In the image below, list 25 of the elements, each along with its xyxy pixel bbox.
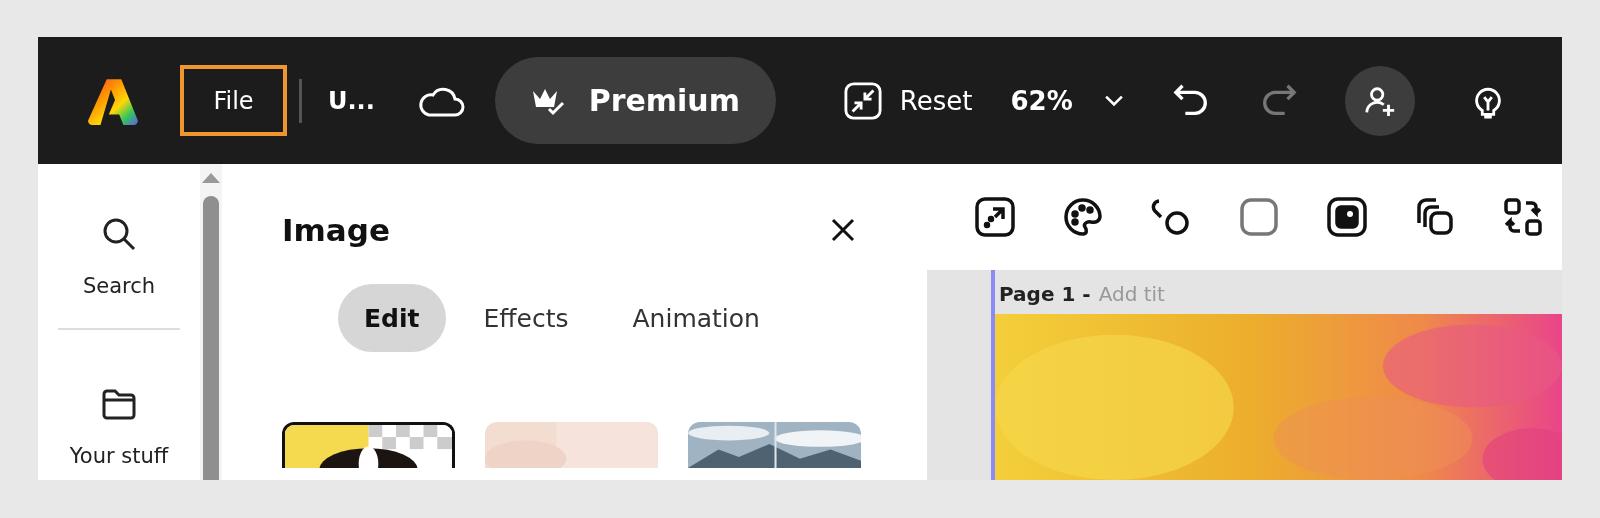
palette-icon[interactable] <box>1063 197 1103 237</box>
premium-button[interactable]: Premium <box>494 57 776 144</box>
chevron-down-icon[interactable] <box>1102 93 1125 108</box>
page-label: Page 1 - <box>999 282 1091 306</box>
rounded-square-icon[interactable] <box>1239 197 1279 237</box>
image-frame-icon[interactable] <box>1327 197 1367 237</box>
shapes-icon[interactable] <box>1151 197 1191 237</box>
scroll-up-arrow-icon[interactable] <box>201 172 221 184</box>
your-stuff-button[interactable]: Your stuff <box>69 386 169 468</box>
document-title[interactable]: U... <box>328 86 375 115</box>
swap-icon[interactable] <box>1503 197 1543 237</box>
layers-icon[interactable] <box>1415 197 1455 237</box>
panel-tab[interactable]: Animation <box>606 284 786 352</box>
close-icon[interactable] <box>831 218 855 242</box>
search-button[interactable]: Search <box>82 216 156 298</box>
panel-tab[interactable]: Effects <box>457 284 595 352</box>
file-menu[interactable]: File <box>180 65 287 136</box>
resize-icon[interactable] <box>975 197 1015 237</box>
scrollbar-thumb[interactable] <box>203 196 219 480</box>
search-icon <box>101 216 137 252</box>
reset-button[interactable]: Reset <box>843 81 973 120</box>
panel-title: Image <box>282 212 390 248</box>
shrink-icon <box>843 81 882 120</box>
zoom-level: 62% <box>1010 85 1073 116</box>
panel-tab[interactable]: Edit <box>338 284 446 352</box>
